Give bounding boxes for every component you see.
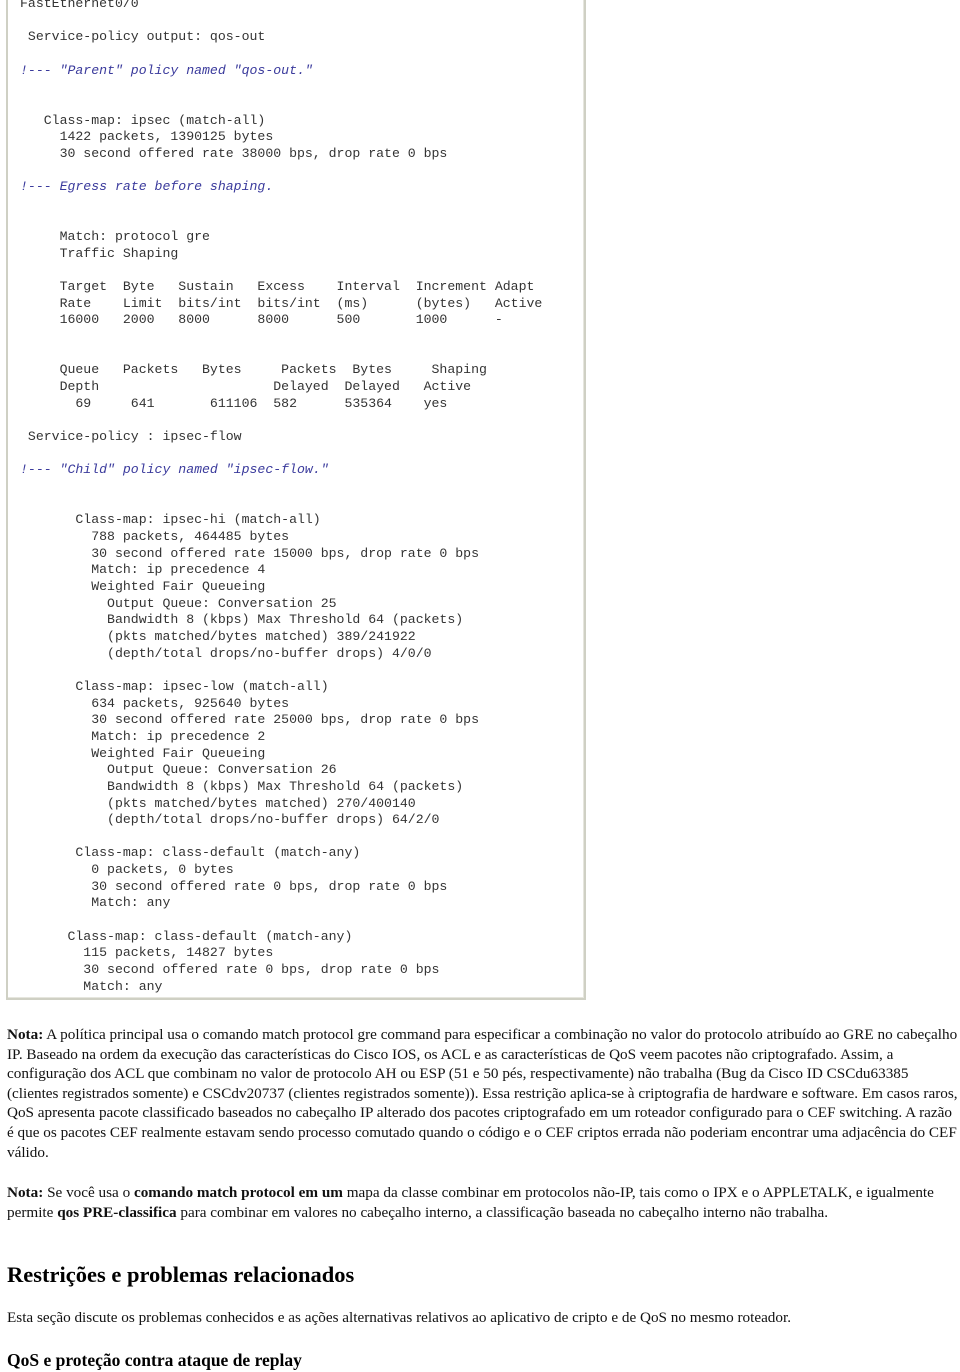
section-heading: Restrições e problemas relacionados [7,1262,355,1287]
code-comment-line: !--- "Child" policy named "ipsec-flow." [20,462,329,478]
note-emphasis: qos PRE-classifica [57,1203,177,1221]
note-label: Nota: [7,1026,44,1043]
subsection-heading: QoS e proteção contra ataque de replay [7,1350,302,1370]
note-text: Se você usa o [43,1184,134,1201]
code-line: 634 packets, 925640 bytes [20,695,290,711]
note-text: A política principal usa o comando match… [7,1026,958,1161]
code-line: Class-map: class-default (match-any) [20,928,353,944]
code-line: Match: ip precedence 4 [20,562,266,578]
code-line: Output Queue: Conversation 26 [20,762,337,778]
code-line: Weighted Fair Queueing [20,578,266,594]
code-comment-line: !--- "Parent" policy named "qos-out." [20,62,313,78]
note-emphasis: comando match protocol em um [133,1184,343,1201]
code-line: 69 641 611106 582 535364 yes [20,395,448,411]
code-line: Match: any [20,978,163,994]
code-line: 30 second offered rate 25000 bps, drop r… [20,712,479,728]
code-output-box: FastEthernet0/0 Service-policy output: q… [6,0,586,1000]
code-line: 16000 2000 8000 8000 500 1000 - [20,312,503,328]
code-line: Class-map: ipsec (match-all) [20,112,266,128]
code-line: 30 second offered rate 0 bps, drop rate … [20,962,440,978]
code-line: Class-map: class-default (match-any) [20,845,361,861]
code-line: Depth Delayed Delayed Active [20,379,472,395]
code-line: Service-policy output: qos-out [20,29,266,45]
code-line: (pkts matched/bytes matched) 389/241922 [20,628,416,644]
code-line: Match: protocol gre [20,229,210,245]
code-line: Class-map: ipsec-hi (match-all) [20,512,321,528]
code-line: 788 packets, 464485 bytes [20,529,290,544]
code-line: Class-map: ipsec-low (match-all) [20,678,329,694]
code-line: Match: ip precedence 2 [20,728,266,744]
code-line: Bandwidth 8 (kbps) Max Threshold 64 (pac… [20,612,464,628]
code-comment-line: !--- Egress rate before shaping. [20,179,274,195]
code-line: Output Queue: Conversation 25 [20,595,337,611]
code-line: (depth/total drops/no-buffer drops) 4/0/… [20,645,432,661]
code-line: Match: any [20,895,171,911]
section-intro: Esta seção discute os problemas conhecid… [7,1309,792,1326]
note-label: Nota: [7,1184,44,1201]
code-line: 1422 packets, 1390125 bytes [20,129,274,145]
code-line: Traffic Shaping [20,245,179,261]
code-line: (pkts matched/bytes matched) 270/400140 [20,795,416,811]
code-line: 30 second offered rate 38000 bps, drop r… [20,145,448,161]
note-text: para combinar em valores no cabeçalho in… [176,1203,829,1221]
note-match-protocol: Nota: Se você usa o comando match protoc… [7,1183,960,1222]
code-line: 0 packets, 0 bytes [20,862,234,878]
code-line: 30 second offered rate 15000 bps, drop r… [20,545,479,561]
code-line: Target Byte Sustain Excess Interval Incr… [20,279,535,295]
code-line: FastEthernet0/0 [20,0,139,11]
code-line: Weighted Fair Queueing [20,745,266,761]
code-line: Queue Packets Bytes Packets Bytes Shapin… [20,362,487,378]
code-line: Bandwidth 8 (kbps) Max Threshold 64 (pac… [20,778,464,794]
code-line: Rate Limit bits/int bits/int (ms) (bytes… [20,295,543,311]
code-line: 30 second offered rate 0 bps, drop rate … [20,878,448,894]
show-policy-map-output: FastEthernet0/0 Service-policy output: q… [20,0,542,995]
code-line: 115 packets, 14827 bytes [20,945,274,961]
code-line: Service-policy : ipsec-flow [20,429,242,445]
note-qos-encryption: Nota: A política principal usa o comando… [7,1025,960,1162]
code-line: (depth/total drops/no-buffer drops) 64/2… [20,812,440,828]
